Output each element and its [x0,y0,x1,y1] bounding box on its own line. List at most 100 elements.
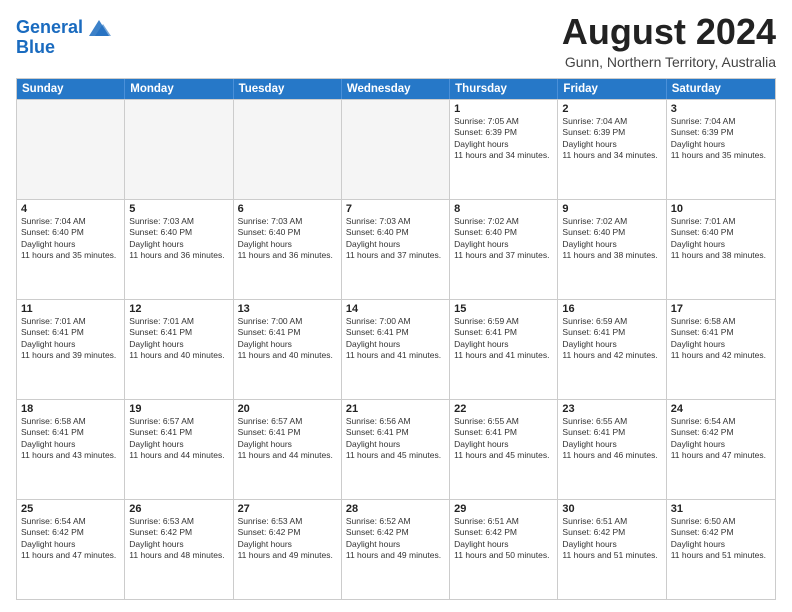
cal-cell: 5Sunrise: 7:03 AMSunset: 6:40 PMDaylight… [125,200,233,299]
cell-info: Sunrise: 6:57 AMSunset: 6:41 PMDaylight … [238,416,337,462]
cell-info: Sunrise: 7:03 AMSunset: 6:40 PMDaylight … [346,216,445,262]
cell-info: Sunrise: 7:04 AMSunset: 6:39 PMDaylight … [671,116,771,162]
cal-cell [17,100,125,199]
day-number: 20 [238,403,337,415]
page: General Blue August 2024 Gunn, Northern … [0,0,792,612]
week-row-5: 25Sunrise: 6:54 AMSunset: 6:42 PMDayligh… [17,499,775,599]
day-number: 8 [454,203,553,215]
cal-cell: 11Sunrise: 7:01 AMSunset: 6:41 PMDayligh… [17,300,125,399]
header-day-wednesday: Wednesday [342,79,450,99]
cell-info: Sunrise: 6:55 AMSunset: 6:41 PMDaylight … [454,416,553,462]
day-number: 7 [346,203,445,215]
header-day-tuesday: Tuesday [234,79,342,99]
day-number: 29 [454,503,553,515]
cell-info: Sunrise: 7:03 AMSunset: 6:40 PMDaylight … [238,216,337,262]
cal-cell: 9Sunrise: 7:02 AMSunset: 6:40 PMDaylight… [558,200,666,299]
cell-info: Sunrise: 7:00 AMSunset: 6:41 PMDaylight … [346,316,445,362]
cal-cell: 12Sunrise: 7:01 AMSunset: 6:41 PMDayligh… [125,300,233,399]
cell-info: Sunrise: 6:53 AMSunset: 6:42 PMDaylight … [238,516,337,562]
day-number: 10 [671,203,771,215]
day-number: 17 [671,303,771,315]
title-block: August 2024 Gunn, Northern Territory, Au… [562,12,776,70]
cal-cell [125,100,233,199]
cal-cell: 21Sunrise: 6:56 AMSunset: 6:41 PMDayligh… [342,400,450,499]
week-row-1: 1Sunrise: 7:05 AMSunset: 6:39 PMDaylight… [17,99,775,199]
cell-info: Sunrise: 7:04 AMSunset: 6:39 PMDaylight … [562,116,661,162]
header-day-friday: Friday [558,79,666,99]
calendar: SundayMondayTuesdayWednesdayThursdayFrid… [16,78,776,600]
day-number: 2 [562,103,661,115]
day-number: 28 [346,503,445,515]
month-title: August 2024 [562,12,776,52]
cell-info: Sunrise: 6:54 AMSunset: 6:42 PMDaylight … [671,416,771,462]
day-number: 3 [671,103,771,115]
day-number: 23 [562,403,661,415]
cell-info: Sunrise: 6:54 AMSunset: 6:42 PMDaylight … [21,516,120,562]
cell-info: Sunrise: 7:00 AMSunset: 6:41 PMDaylight … [238,316,337,362]
day-number: 4 [21,203,120,215]
cell-info: Sunrise: 6:51 AMSunset: 6:42 PMDaylight … [562,516,661,562]
day-number: 31 [671,503,771,515]
cal-cell [342,100,450,199]
cell-info: Sunrise: 6:56 AMSunset: 6:41 PMDaylight … [346,416,445,462]
day-number: 13 [238,303,337,315]
header-day-saturday: Saturday [667,79,775,99]
calendar-body: 1Sunrise: 7:05 AMSunset: 6:39 PMDaylight… [17,99,775,599]
logo: General Blue [16,16,113,58]
day-number: 5 [129,203,228,215]
cell-info: Sunrise: 6:52 AMSunset: 6:42 PMDaylight … [346,516,445,562]
cal-cell: 26Sunrise: 6:53 AMSunset: 6:42 PMDayligh… [125,500,233,599]
day-number: 12 [129,303,228,315]
cell-info: Sunrise: 6:58 AMSunset: 6:41 PMDaylight … [21,416,120,462]
cell-info: Sunrise: 7:03 AMSunset: 6:40 PMDaylight … [129,216,228,262]
location-subtitle: Gunn, Northern Territory, Australia [562,54,776,70]
cell-info: Sunrise: 6:50 AMSunset: 6:42 PMDaylight … [671,516,771,562]
day-number: 16 [562,303,661,315]
cell-info: Sunrise: 6:53 AMSunset: 6:42 PMDaylight … [129,516,228,562]
logo-text2: Blue [16,38,55,58]
cal-cell: 7Sunrise: 7:03 AMSunset: 6:40 PMDaylight… [342,200,450,299]
cal-cell: 14Sunrise: 7:00 AMSunset: 6:41 PMDayligh… [342,300,450,399]
cal-cell: 1Sunrise: 7:05 AMSunset: 6:39 PMDaylight… [450,100,558,199]
day-number: 27 [238,503,337,515]
header: General Blue August 2024 Gunn, Northern … [16,12,776,70]
cal-cell: 17Sunrise: 6:58 AMSunset: 6:41 PMDayligh… [667,300,775,399]
day-number: 30 [562,503,661,515]
cal-cell: 6Sunrise: 7:03 AMSunset: 6:40 PMDaylight… [234,200,342,299]
week-row-4: 18Sunrise: 6:58 AMSunset: 6:41 PMDayligh… [17,399,775,499]
cell-info: Sunrise: 7:04 AMSunset: 6:40 PMDaylight … [21,216,120,262]
cal-cell: 20Sunrise: 6:57 AMSunset: 6:41 PMDayligh… [234,400,342,499]
day-number: 24 [671,403,771,415]
cal-cell: 13Sunrise: 7:00 AMSunset: 6:41 PMDayligh… [234,300,342,399]
day-number: 14 [346,303,445,315]
cal-cell [234,100,342,199]
cal-cell: 30Sunrise: 6:51 AMSunset: 6:42 PMDayligh… [558,500,666,599]
cal-cell: 24Sunrise: 6:54 AMSunset: 6:42 PMDayligh… [667,400,775,499]
cal-cell: 27Sunrise: 6:53 AMSunset: 6:42 PMDayligh… [234,500,342,599]
cell-info: Sunrise: 7:05 AMSunset: 6:39 PMDaylight … [454,116,553,162]
cal-cell: 2Sunrise: 7:04 AMSunset: 6:39 PMDaylight… [558,100,666,199]
day-number: 26 [129,503,228,515]
cell-info: Sunrise: 7:02 AMSunset: 6:40 PMDaylight … [454,216,553,262]
cal-cell: 28Sunrise: 6:52 AMSunset: 6:42 PMDayligh… [342,500,450,599]
cal-cell: 31Sunrise: 6:50 AMSunset: 6:42 PMDayligh… [667,500,775,599]
logo-text: General [16,18,83,38]
cell-info: Sunrise: 6:51 AMSunset: 6:42 PMDaylight … [454,516,553,562]
cell-info: Sunrise: 7:01 AMSunset: 6:40 PMDaylight … [671,216,771,262]
cal-cell: 23Sunrise: 6:55 AMSunset: 6:41 PMDayligh… [558,400,666,499]
day-number: 11 [21,303,120,315]
cal-cell: 15Sunrise: 6:59 AMSunset: 6:41 PMDayligh… [450,300,558,399]
week-row-3: 11 Sunrise: 7:01 AMSunset: 6:41 PMDayligh… [17,299,775,399]
calendar-header: SundayMondayTuesdayWednesdayThursdayFrid… [17,79,775,99]
cell-info: Sunrise: 7:01 AMSunset: 6:41 PMDaylight … [129,316,228,362]
day-number: 18 [21,403,120,415]
logo-icon [85,16,113,40]
header-day-thursday: Thursday [450,79,558,99]
day-number: 19 [129,403,228,415]
cal-cell: 3Sunrise: 7:04 AMSunset: 6:39 PMDaylight… [667,100,775,199]
day-number: 15 [454,303,553,315]
cal-cell: 29Sunrise: 6:51 AMSunset: 6:42 PMDayligh… [450,500,558,599]
day-number: 22 [454,403,553,415]
cal-cell: 16Sunrise: 6:59 AMSunset: 6:41 PMDayligh… [558,300,666,399]
day-number: 9 [562,203,661,215]
